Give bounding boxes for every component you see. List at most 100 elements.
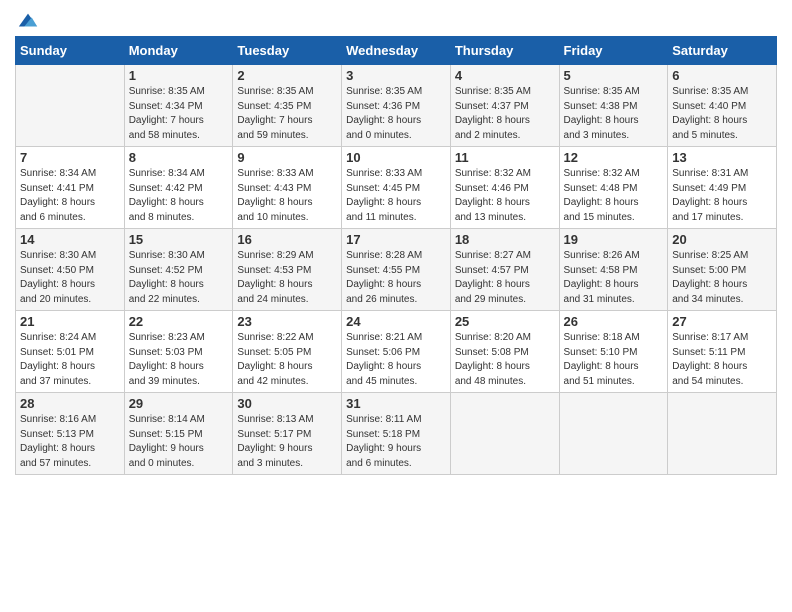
day-number: 19 [564, 232, 664, 247]
day-cell: 30 Sunrise: 8:13 AM Sunset: 5:17 PM Dayli… [233, 393, 342, 475]
day-header-friday: Friday [559, 37, 668, 65]
day-number: 17 [346, 232, 446, 247]
day-info: Sunrise: 8:20 AM Sunset: 5:08 PM Dayligh… [455, 331, 555, 389]
day-cell: 31 Sunrise: 8:11 AM Sunset: 5:18 PM Dayli… [342, 393, 451, 475]
day-cell: 4 Sunrise: 8:35 AM Sunset: 4:37 PM Daylig… [450, 65, 559, 147]
week-row-1: 1 Sunrise: 8:35 AM Sunset: 4:34 PM Daylig… [16, 65, 777, 147]
week-row-4: 21 Sunrise: 8:24 AM Sunset: 5:01 PM Dayli… [16, 311, 777, 393]
day-info: Sunrise: 8:25 AM Sunset: 5:00 PM Dayligh… [672, 249, 772, 307]
day-info: Sunrise: 8:30 AM Sunset: 4:50 PM Dayligh… [20, 249, 120, 307]
day-number: 22 [129, 314, 229, 329]
week-row-5: 28 Sunrise: 8:16 AM Sunset: 5:13 PM Dayli… [16, 393, 777, 475]
day-cell: 10 Sunrise: 8:33 AM Sunset: 4:45 PM Dayli… [342, 147, 451, 229]
day-info: Sunrise: 8:35 AM Sunset: 4:38 PM Dayligh… [564, 85, 664, 143]
day-info: Sunrise: 8:35 AM Sunset: 4:40 PM Dayligh… [672, 85, 772, 143]
day-number: 7 [20, 150, 120, 165]
day-cell: 29 Sunrise: 8:14 AM Sunset: 5:15 PM Dayli… [124, 393, 233, 475]
day-info: Sunrise: 8:21 AM Sunset: 5:06 PM Dayligh… [346, 331, 446, 389]
day-cell: 9 Sunrise: 8:33 AM Sunset: 4:43 PM Daylig… [233, 147, 342, 229]
day-info: Sunrise: 8:35 AM Sunset: 4:36 PM Dayligh… [346, 85, 446, 143]
day-info: Sunrise: 8:22 AM Sunset: 5:05 PM Dayligh… [237, 331, 337, 389]
day-number: 11 [455, 150, 555, 165]
day-info: Sunrise: 8:13 AM Sunset: 5:17 PM Dayligh… [237, 413, 337, 471]
day-header-saturday: Saturday [668, 37, 777, 65]
week-row-2: 7 Sunrise: 8:34 AM Sunset: 4:41 PM Daylig… [16, 147, 777, 229]
day-number: 16 [237, 232, 337, 247]
day-number: 2 [237, 68, 337, 83]
day-info: Sunrise: 8:32 AM Sunset: 4:46 PM Dayligh… [455, 167, 555, 225]
day-info: Sunrise: 8:35 AM Sunset: 4:35 PM Dayligh… [237, 85, 337, 143]
day-number: 25 [455, 314, 555, 329]
day-number: 15 [129, 232, 229, 247]
day-info: Sunrise: 8:34 AM Sunset: 4:42 PM Dayligh… [129, 167, 229, 225]
day-cell: 28 Sunrise: 8:16 AM Sunset: 5:13 PM Dayli… [16, 393, 125, 475]
day-number: 30 [237, 396, 337, 411]
day-info: Sunrise: 8:28 AM Sunset: 4:55 PM Dayligh… [346, 249, 446, 307]
day-number: 18 [455, 232, 555, 247]
day-header-monday: Monday [124, 37, 233, 65]
day-cell [16, 65, 125, 147]
day-number: 9 [237, 150, 337, 165]
day-number: 1 [129, 68, 229, 83]
day-number: 20 [672, 232, 772, 247]
day-cell: 14 Sunrise: 8:30 AM Sunset: 4:50 PM Dayli… [16, 229, 125, 311]
day-cell: 6Sunrise: 8:35 AM Sunset: 4:40 PM Daylig… [668, 65, 777, 147]
header-row: SundayMondayTuesdayWednesdayThursdayFrid… [16, 37, 777, 65]
day-info: Sunrise: 8:14 AM Sunset: 5:15 PM Dayligh… [129, 413, 229, 471]
day-cell: 5Sunrise: 8:35 AM Sunset: 4:38 PM Daylig… [559, 65, 668, 147]
day-number: 4 [455, 68, 555, 83]
day-number: 10 [346, 150, 446, 165]
logo-icon [17, 10, 39, 32]
day-number: 8 [129, 150, 229, 165]
day-info: Sunrise: 8:18 AM Sunset: 5:10 PM Dayligh… [564, 331, 664, 389]
day-cell: 18 Sunrise: 8:27 AM Sunset: 4:57 PM Dayli… [450, 229, 559, 311]
header [15, 10, 777, 28]
day-number: 26 [564, 314, 664, 329]
calendar-table: SundayMondayTuesdayWednesdayThursdayFrid… [15, 36, 777, 475]
day-cell: 19 Sunrise: 8:26 AM Sunset: 4:58 PM Dayli… [559, 229, 668, 311]
day-cell: 17 Sunrise: 8:28 AM Sunset: 4:55 PM Dayli… [342, 229, 451, 311]
day-info: Sunrise: 8:16 AM Sunset: 5:13 PM Dayligh… [20, 413, 120, 471]
day-number: 31 [346, 396, 446, 411]
day-number: 21 [20, 314, 120, 329]
day-info: Sunrise: 8:26 AM Sunset: 4:58 PM Dayligh… [564, 249, 664, 307]
day-info: Sunrise: 8:31 AM Sunset: 4:49 PM Dayligh… [672, 167, 772, 225]
day-info: Sunrise: 8:33 AM Sunset: 4:43 PM Dayligh… [237, 167, 337, 225]
day-info: Sunrise: 8:35 AM Sunset: 4:37 PM Dayligh… [455, 85, 555, 143]
day-cell: 23Sunrise: 8:22 AM Sunset: 5:05 PM Dayli… [233, 311, 342, 393]
day-cell: 12Sunrise: 8:32 AM Sunset: 4:48 PM Dayli… [559, 147, 668, 229]
day-info: Sunrise: 8:34 AM Sunset: 4:41 PM Dayligh… [20, 167, 120, 225]
day-cell: 16 Sunrise: 8:29 AM Sunset: 4:53 PM Dayli… [233, 229, 342, 311]
day-number: 3 [346, 68, 446, 83]
day-number: 27 [672, 314, 772, 329]
main-container: SundayMondayTuesdayWednesdayThursdayFrid… [0, 0, 792, 485]
day-header-wednesday: Wednesday [342, 37, 451, 65]
day-cell: 21 Sunrise: 8:24 AM Sunset: 5:01 PM Dayli… [16, 311, 125, 393]
day-cell: 3 Sunrise: 8:35 AM Sunset: 4:36 PM Daylig… [342, 65, 451, 147]
day-number: 24 [346, 314, 446, 329]
day-cell: 11 Sunrise: 8:32 AM Sunset: 4:46 PM Dayli… [450, 147, 559, 229]
day-info: Sunrise: 8:11 AM Sunset: 5:18 PM Dayligh… [346, 413, 446, 471]
day-info: Sunrise: 8:29 AM Sunset: 4:53 PM Dayligh… [237, 249, 337, 307]
day-header-tuesday: Tuesday [233, 37, 342, 65]
day-cell: 26 Sunrise: 8:18 AM Sunset: 5:10 PM Dayli… [559, 311, 668, 393]
day-cell [668, 393, 777, 475]
day-number: 14 [20, 232, 120, 247]
day-info: Sunrise: 8:35 AM Sunset: 4:34 PM Dayligh… [129, 85, 229, 143]
day-info: Sunrise: 8:32 AM Sunset: 4:48 PM Dayligh… [564, 167, 664, 225]
day-number: 29 [129, 396, 229, 411]
day-info: Sunrise: 8:30 AM Sunset: 4:52 PM Dayligh… [129, 249, 229, 307]
day-cell: 27Sunrise: 8:17 AM Sunset: 5:11 PM Dayli… [668, 311, 777, 393]
day-cell [559, 393, 668, 475]
week-row-3: 14 Sunrise: 8:30 AM Sunset: 4:50 PM Dayli… [16, 229, 777, 311]
day-header-sunday: Sunday [16, 37, 125, 65]
day-info: Sunrise: 8:23 AM Sunset: 5:03 PM Dayligh… [129, 331, 229, 389]
day-number: 13 [672, 150, 772, 165]
day-header-thursday: Thursday [450, 37, 559, 65]
day-info: Sunrise: 8:33 AM Sunset: 4:45 PM Dayligh… [346, 167, 446, 225]
day-info: Sunrise: 8:24 AM Sunset: 5:01 PM Dayligh… [20, 331, 120, 389]
day-info: Sunrise: 8:27 AM Sunset: 4:57 PM Dayligh… [455, 249, 555, 307]
day-cell: 1 Sunrise: 8:35 AM Sunset: 4:34 PM Daylig… [124, 65, 233, 147]
day-cell: 20 Sunrise: 8:25 AM Sunset: 5:00 PM Dayli… [668, 229, 777, 311]
day-number: 28 [20, 396, 120, 411]
